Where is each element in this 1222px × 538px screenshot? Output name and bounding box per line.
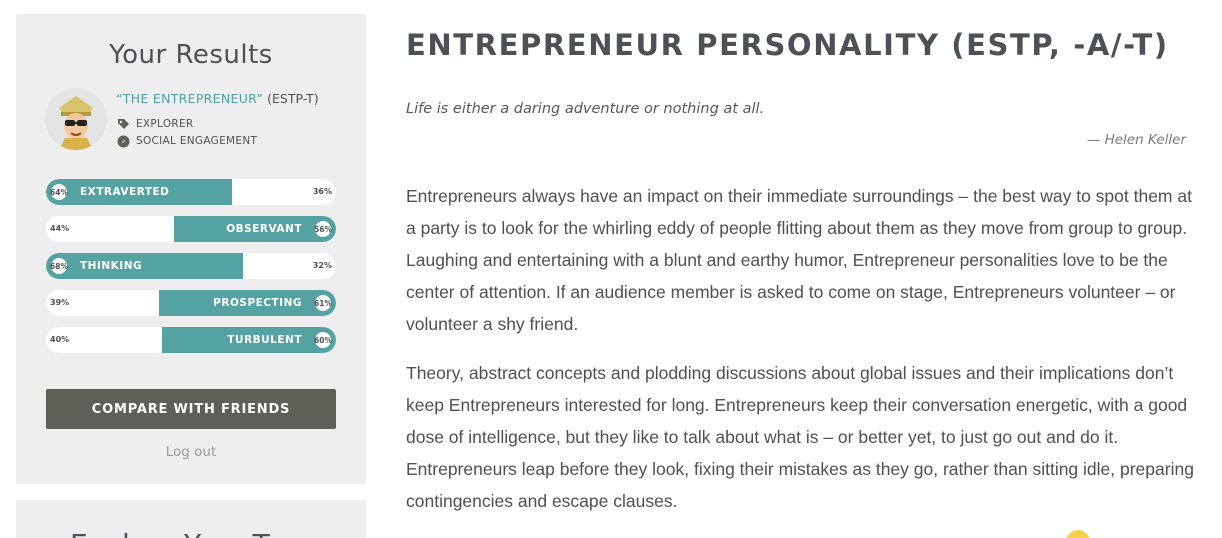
tag-icon <box>116 117 130 131</box>
trait-opposite-percent: 44% <box>50 224 70 233</box>
decorative-blob <box>1066 530 1090 538</box>
trait-fill <box>46 253 243 279</box>
entrepreneur-avatar-icon <box>45 88 107 150</box>
trait-percent-badge: 56% <box>313 219 333 239</box>
type-heading: “THE ENTREPRENEUR” (ESTP-T) <box>116 91 319 106</box>
trait-label: OBSERVANT <box>226 223 302 235</box>
trait-label: TURBULENT <box>227 334 302 346</box>
role-label: EXPLORER <box>136 118 194 130</box>
page-title: ENTREPRENEUR PERSONALITY (ESTP, -A/-T) <box>406 28 1169 62</box>
trait-bar-extraverted[interactable]: 64% EXTRAVERTED 36% <box>46 179 336 205</box>
trait-label: PROSPECTING <box>213 297 302 309</box>
strategy-row: SOCIAL ENGAGEMENT <box>116 134 257 148</box>
trait-percent-badge: 64% <box>49 182 69 202</box>
avatar <box>45 88 107 150</box>
compass-icon <box>116 134 130 148</box>
quote: Life is either a daring adventure or not… <box>406 101 765 117</box>
trait-percent-badge: 68% <box>49 256 69 276</box>
trait-bar-turbulent[interactable]: 60% TURBULENT 40% <box>46 327 336 353</box>
type-code: (ESTP-T) <box>267 91 319 106</box>
trait-label: EXTRAVERTED <box>80 186 170 198</box>
paragraph-1: Entrepreneurs always have an impact on t… <box>406 186 1192 334</box>
quote-author: — Helen Keller <box>1086 132 1186 148</box>
role-row: EXPLORER <box>116 117 194 131</box>
trait-percent-badge: 61% <box>313 293 333 313</box>
strategy-label: SOCIAL ENGAGEMENT <box>136 135 258 147</box>
trait-bar-thinking[interactable]: 68% THINKING 32% <box>46 253 336 279</box>
trait-opposite-percent: 39% <box>50 298 70 307</box>
compare-with-friends-button[interactable]: COMPARE WITH FRIENDS <box>46 389 336 429</box>
explore-card-title: Explore Your Type <box>70 528 317 538</box>
paragraph-2: Theory, abstract concepts and plodding d… <box>406 363 1194 511</box>
logout-link[interactable]: Log out <box>16 444 366 460</box>
results-card: Your Results “THE ENTREPRENEUR” (ESTP-T)… <box>16 14 366 484</box>
trait-bar-observant[interactable]: 56% OBSERVANT 44% <box>46 216 336 242</box>
trait-bar-prospecting[interactable]: 61% PROSPECTING 39% <box>46 290 336 316</box>
type-name-link[interactable]: “THE ENTREPRENEUR” <box>116 91 263 106</box>
trait-opposite-percent: 36% <box>312 187 332 196</box>
trait-opposite-percent: 32% <box>312 261 332 270</box>
trait-percent-badge: 60% <box>313 330 333 350</box>
results-title: Your Results <box>109 40 273 70</box>
explore-card: Explore Your Type <box>16 500 366 538</box>
trait-opposite-percent: 40% <box>50 335 70 344</box>
trait-label: THINKING <box>80 260 143 272</box>
